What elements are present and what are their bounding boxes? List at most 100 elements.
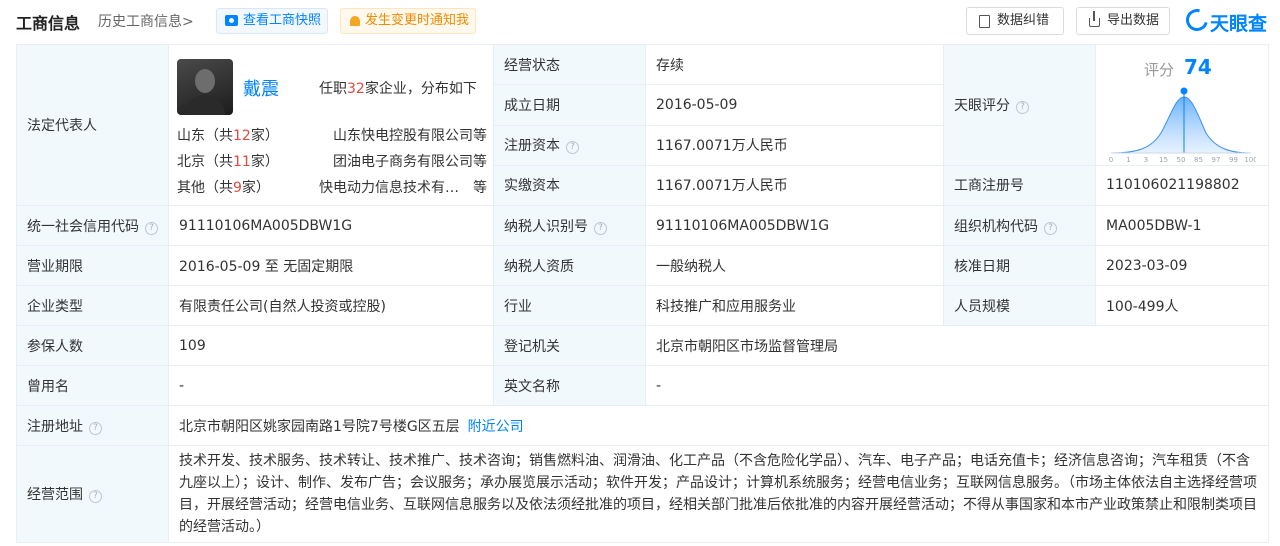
score-axis-tick-label: 15 <box>1159 156 1168 163</box>
score-widget[interactable]: 评分 74 0 1 3 15 50 85 97 99 100 <box>1106 51 1256 163</box>
province-count: 11 <box>233 154 251 170</box>
header-bar: 工商信息 历史工商信息> 查看工商快照 发生变更时通知我 数据纠错 导出数据 天… <box>0 0 1280 44</box>
score-distribution-chart: 0 1 3 15 50 85 97 99 100 <box>1109 87 1256 163</box>
legal-rep-block: 戴震 任职32家企业，分布如下 山东（共12家） 山东快电控股有限公司等 北京（… <box>169 45 493 205</box>
tab-history-business-info[interactable]: 历史工商信息> <box>98 11 194 31</box>
province-label: 其他（共9家） <box>177 177 270 197</box>
english-name-value: - <box>645 365 1269 406</box>
credit-code-value: 91110106MA005DBW1G <box>168 205 494 246</box>
help-icon[interactable]: ? <box>145 221 158 235</box>
score-axis-tick-label: 100 <box>1244 156 1256 163</box>
help-icon[interactable]: ? <box>594 221 607 235</box>
reg-capital-value: 1167.0071万人民币 <box>645 124 944 166</box>
bell-icon <box>350 16 360 26</box>
legal-rep-summary-prefix: 任职 <box>319 81 347 97</box>
score-axis-tick-label: 3 <box>1144 156 1148 163</box>
download-icon <box>1089 11 1100 27</box>
regno-label: 工商注册号 <box>943 164 1096 207</box>
province-count: 12 <box>233 128 251 144</box>
help-icon[interactable]: ? <box>566 141 579 155</box>
score-axis-tick-label: 1 <box>1126 156 1130 163</box>
score-axis-tick-label: 99 <box>1229 156 1238 163</box>
insured-label: 参保人数 <box>16 325 169 366</box>
help-icon[interactable]: ? <box>1044 221 1057 235</box>
company-link[interactable]: 团油电子商务有限公司等 <box>333 151 487 171</box>
legal-rep-label: 法定代表人 <box>16 44 169 206</box>
org-code-label-cell: 组织机构代码? <box>943 205 1096 246</box>
help-icon[interactable]: ? <box>89 421 102 435</box>
reg-capital-label-cell: 注册资本? <box>493 124 646 166</box>
credit-code-label: 统一社会信用代码 <box>27 218 139 235</box>
province-name: 北京（共 <box>177 154 233 170</box>
province-name: 山东（共 <box>177 128 233 144</box>
taxpayer-qual-label: 纳税人资质 <box>493 245 646 286</box>
english-name-label: 英文名称 <box>493 365 646 406</box>
score-axis-tick-label: 50 <box>1177 156 1186 163</box>
staff-label: 人员规模 <box>943 285 1096 326</box>
taxpayer-id-label: 纳税人识别号 <box>504 218 588 235</box>
legal-rep-summary: 任职32家企业，分布如下 <box>319 78 477 98</box>
score-bell-curve <box>1110 96 1252 154</box>
province-suffix: 家） <box>250 128 279 144</box>
established-value: 2016-05-09 <box>645 84 944 126</box>
taxpayer-qual-value: 一般纳税人 <box>645 245 944 286</box>
legal-rep-name[interactable]: 戴震 <box>243 75 279 101</box>
avatar[interactable] <box>177 59 233 115</box>
taxpayer-id-label-cell: 纳税人识别号? <box>493 205 646 246</box>
legal-rep-company-count: 32 <box>347 81 365 97</box>
province-label: 山东（共12家） <box>177 125 279 145</box>
score-value: 74 <box>1184 55 1212 79</box>
former-name-value: - <box>168 365 494 406</box>
address-cell: 北京市朝阳区姚家园南路1号院7号楼G区五层 附近公司 <box>168 405 1269 446</box>
score-axis-tick-label: 97 <box>1212 156 1221 163</box>
province-suffix: 家） <box>250 154 279 170</box>
authority-label: 登记机关 <box>493 325 646 366</box>
table-row: 注册地址? 北京市朝阳区姚家园南路1号院7号楼G区五层 附近公司 <box>16 405 1269 446</box>
scope-value: 技术开发、技术服务、技术转让、技术推广、技术咨询；销售燃料油、润滑油、化工产品（… <box>168 445 1269 543</box>
table-row: 法定代表人 戴震 任职32家企业，分布如下 山东（共12家） 山东快电控股有限公… <box>16 43 1269 206</box>
data-correction-button[interactable]: 数据纠错 <box>966 7 1064 35</box>
org-code-label: 组织机构代码 <box>954 218 1038 235</box>
score-axis-tick-label: 0 <box>1109 156 1113 163</box>
list-item: 山东（共12家） 山东快电控股有限公司等 <box>177 125 487 147</box>
approved-value: 2023-03-09 <box>1095 245 1269 286</box>
score-marker-dot <box>1180 87 1188 95</box>
former-name-label: 曾用名 <box>16 365 169 406</box>
regno-value: 110106021198802 <box>1095 164 1269 207</box>
export-data-button[interactable]: 导出数据 <box>1076 7 1170 35</box>
logo-eye-icon <box>1181 4 1213 36</box>
legal-rep-cell: 戴震 任职32家企业，分布如下 山东（共12家） 山东快电控股有限公司等 北京（… <box>168 44 494 206</box>
staff-value: 100-499人 <box>1095 285 1269 326</box>
help-icon[interactable]: ? <box>89 490 102 503</box>
notify-on-change-label: 发生变更时通知我 <box>365 13 470 28</box>
view-snapshot-button[interactable]: 查看工商快照 <box>216 8 328 34</box>
data-correction-label: 数据纠错 <box>997 13 1050 28</box>
table-row: 统一社会信用代码? 91110106MA005DBW1G 纳税人识别号? 911… <box>16 205 1269 246</box>
paid-capital-label: 实缴资本 <box>493 164 646 207</box>
view-snapshot-label: 查看工商快照 <box>243 13 322 28</box>
logo-text: 天眼查 <box>1210 13 1268 35</box>
province-suffix: 家） <box>241 180 270 196</box>
type-label: 企业类型 <box>16 285 169 326</box>
province-name: 其他（共 <box>177 180 233 196</box>
established-label: 成立日期 <box>493 84 646 126</box>
approved-label: 核准日期 <box>943 245 1096 286</box>
table-row: 营业期限 2016-05-09 至 无固定期限 纳税人资质 一般纳税人 核准日期… <box>16 245 1269 286</box>
company-link[interactable]: 快电动力信息技术有… 等 <box>319 177 487 197</box>
credit-code-label-cell: 统一社会信用代码? <box>16 205 169 246</box>
province-label: 北京（共11家） <box>177 151 279 171</box>
notify-on-change-button[interactable]: 发生变更时通知我 <box>340 8 476 34</box>
score-cell: 评分 74 0 1 3 15 50 85 97 99 100 <box>1095 44 1269 166</box>
paid-capital-value: 1167.0071万人民币 <box>645 164 944 207</box>
list-item: 北京（共11家） 团油电子商务有限公司等 <box>177 151 487 173</box>
authority-value: 北京市朝阳区市场监督管理局 <box>645 325 1269 366</box>
tianyancha-logo[interactable]: 天眼查 <box>1181 4 1272 36</box>
nearby-companies-link[interactable]: 附近公司 <box>468 419 524 435</box>
org-code-value: MA005DBW-1 <box>1095 205 1269 246</box>
tab-business-info[interactable]: 工商信息 <box>16 10 80 34</box>
camera-icon <box>225 15 238 26</box>
address-value: 北京市朝阳区姚家园南路1号院7号楼G区五层 <box>179 418 460 435</box>
export-data-label: 导出数据 <box>1107 13 1160 28</box>
help-icon[interactable]: ? <box>1016 100 1029 114</box>
company-link[interactable]: 山东快电控股有限公司等 <box>333 125 487 145</box>
